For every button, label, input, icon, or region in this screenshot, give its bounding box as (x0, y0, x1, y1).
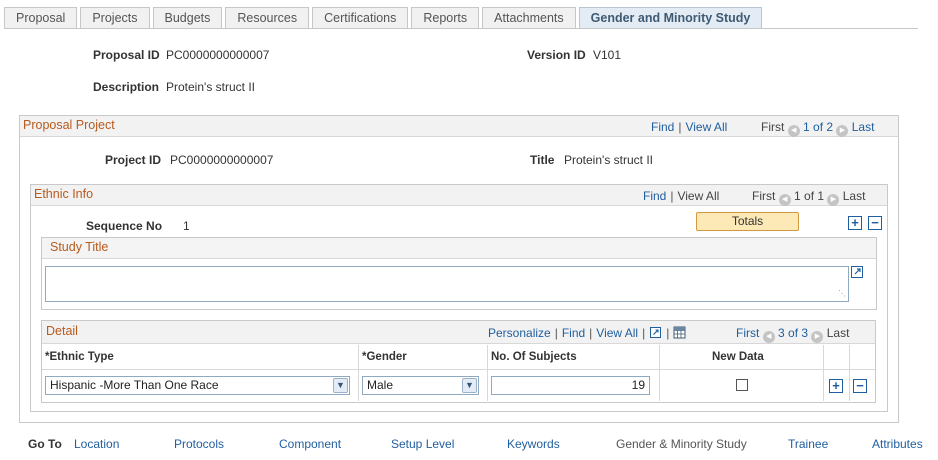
first-label: First (752, 189, 776, 203)
sequence-no-label: Sequence No (86, 219, 163, 233)
column-header-ethnic-type[interactable]: *Ethnic Type (45, 345, 114, 369)
study-title-section: Study Title ⋱ (41, 237, 877, 310)
tab-certifications[interactable]: Certifications (312, 7, 409, 28)
last-link[interactable]: Last (852, 120, 875, 134)
ethnic-type-value: Hispanic -More Than One Race (50, 378, 219, 392)
plus-icon[interactable]: + (848, 216, 862, 230)
detail-nav: Personalize | Find | View All | | (488, 326, 686, 342)
first-label: First (761, 120, 785, 134)
column-header-new-data[interactable]: New Data (712, 345, 764, 369)
find-link[interactable]: Find (562, 326, 585, 340)
minus-icon[interactable]: − (853, 379, 867, 393)
last-label: Last (842, 189, 866, 203)
description-label: Description (93, 80, 160, 94)
tab-budgets[interactable]: Budgets (152, 7, 223, 28)
title-value: Protein's struct II (564, 153, 653, 167)
ethnic-info-title: Ethnic Info (34, 187, 94, 201)
ethnic-info-nav: Find | View All (643, 189, 720, 203)
version-id-label: Version ID (527, 48, 586, 62)
find-link[interactable]: Find (651, 120, 674, 134)
ethnic-type-select[interactable]: Hispanic -More Than One Race ▼ (45, 376, 350, 395)
circle-right-arrow-icon: ▶ (811, 331, 824, 343)
circle-left-arrow-icon: ◀ (778, 194, 791, 206)
circle-right-arrow-icon: ▶ (827, 194, 840, 206)
personalize-link[interactable]: Personalize (488, 326, 551, 340)
first-link[interactable]: First (736, 326, 759, 340)
row-range: 1 of 1 (794, 189, 825, 203)
goto-attributes-link[interactable]: Attributes (872, 437, 923, 451)
subjects-input[interactable]: 19 (491, 376, 650, 395)
tab-gender-minority-study[interactable]: Gender and Minority Study (578, 7, 763, 28)
goto-location-link[interactable]: Location (74, 437, 119, 451)
zoom-expand-icon[interactable] (850, 265, 864, 279)
chevron-down-icon[interactable]: ▼ (462, 378, 477, 393)
grid-download-icon[interactable] (673, 326, 686, 342)
ethnic-info-pager: First ◀ 1 of 1 ▶ Last (752, 189, 865, 206)
row-range: 3 of 3 (778, 326, 809, 340)
sequence-no-value: 1 (183, 219, 190, 233)
proposal-project-pager: First ◀ 1 of 2 ▶ Last (761, 120, 874, 137)
gender-value: Male (367, 378, 394, 392)
row-range: 1 of 2 (803, 120, 834, 134)
new-data-checkbox[interactable] (736, 379, 748, 391)
detail-title: Detail (46, 324, 78, 338)
study-title-title: Study Title (50, 240, 109, 254)
detail-header: Detail Personalize | Find | View All | | First… (42, 321, 875, 344)
circle-right-arrow-icon[interactable]: ▶ (836, 125, 849, 137)
minus-icon[interactable]: − (868, 216, 882, 230)
proposal-id-label: Proposal ID (93, 48, 160, 62)
gender-select[interactable]: Male ▼ (362, 376, 479, 395)
goto-protocols-link[interactable]: Protocols (174, 437, 224, 451)
find-link[interactable]: Find (643, 189, 666, 203)
goto-trainee-link[interactable]: Trainee (788, 437, 828, 451)
description-value: Protein's struct II (166, 80, 255, 94)
detail-pager: First ◀ 3 of 3 ▶ Last (736, 326, 849, 343)
circle-left-arrow-icon[interactable]: ◀ (787, 125, 800, 137)
page-tabs: Proposal Projects Budgets Resources Cert… (4, 7, 765, 29)
zoom-expand-icon[interactable] (649, 326, 662, 342)
goto-gender-minority-study: Gender & Minority Study (616, 437, 747, 451)
column-header-gender[interactable]: *Gender (362, 345, 407, 369)
tab-proposal[interactable]: Proposal (4, 7, 78, 28)
detail-table: *Ethnic Type *Gender No. Of Subjects New… (42, 345, 875, 402)
study-title-header: Study Title (42, 238, 876, 259)
ethnic-info-header: Ethnic Info Find | View All First ◀ 1 of 1… (31, 185, 887, 206)
tab-divider (4, 28, 918, 29)
project-id-value: PC0000000000007 (170, 153, 274, 167)
tab-reports[interactable]: Reports (411, 7, 480, 28)
goto-label: Go To (28, 437, 62, 451)
goto-setup-level-link[interactable]: Setup Level (391, 437, 454, 451)
proposal-project-nav: Find | View All (651, 120, 728, 134)
detail-grid: Detail Personalize | Find | View All | | First… (41, 320, 876, 403)
goto-component-link[interactable]: Component (279, 437, 341, 451)
proposal-project-header: Proposal Project Find | View All First ◀ 1… (20, 116, 898, 137)
last-label: Last (826, 326, 850, 340)
table-row: Hispanic -More Than One Race ▼ Male ▼ 19… (42, 369, 875, 401)
project-id-label: Project ID (105, 153, 162, 167)
ethnic-info-section: Ethnic Info Find | View All First ◀ 1 of 1… (30, 184, 888, 412)
circle-left-arrow-icon[interactable]: ◀ (762, 331, 775, 343)
goto-keywords-link[interactable]: Keywords (507, 437, 560, 451)
title-label: Title (530, 153, 555, 167)
tab-resources[interactable]: Resources (225, 7, 310, 28)
proposal-id-value: PC0000000000007 (166, 48, 270, 62)
tab-attachments[interactable]: Attachments (482, 7, 576, 28)
view-all-label: View All (677, 189, 720, 203)
resize-grip-icon: ⋱ (838, 289, 846, 298)
totals-button[interactable]: Totals (696, 212, 799, 231)
column-header-subjects[interactable]: No. Of Subjects (491, 345, 577, 369)
proposal-project-section: Proposal Project Find | View All First ◀ 1… (19, 115, 899, 423)
proposal-project-title: Proposal Project (23, 118, 115, 132)
chevron-down-icon[interactable]: ▼ (333, 378, 348, 393)
plus-icon[interactable]: + (829, 379, 843, 393)
view-all-link[interactable]: View All (596, 326, 638, 340)
view-all-link[interactable]: View All (685, 120, 727, 134)
version-id-value: V101 (593, 48, 622, 62)
tab-projects[interactable]: Projects (80, 7, 150, 28)
study-title-textarea[interactable] (45, 266, 849, 302)
